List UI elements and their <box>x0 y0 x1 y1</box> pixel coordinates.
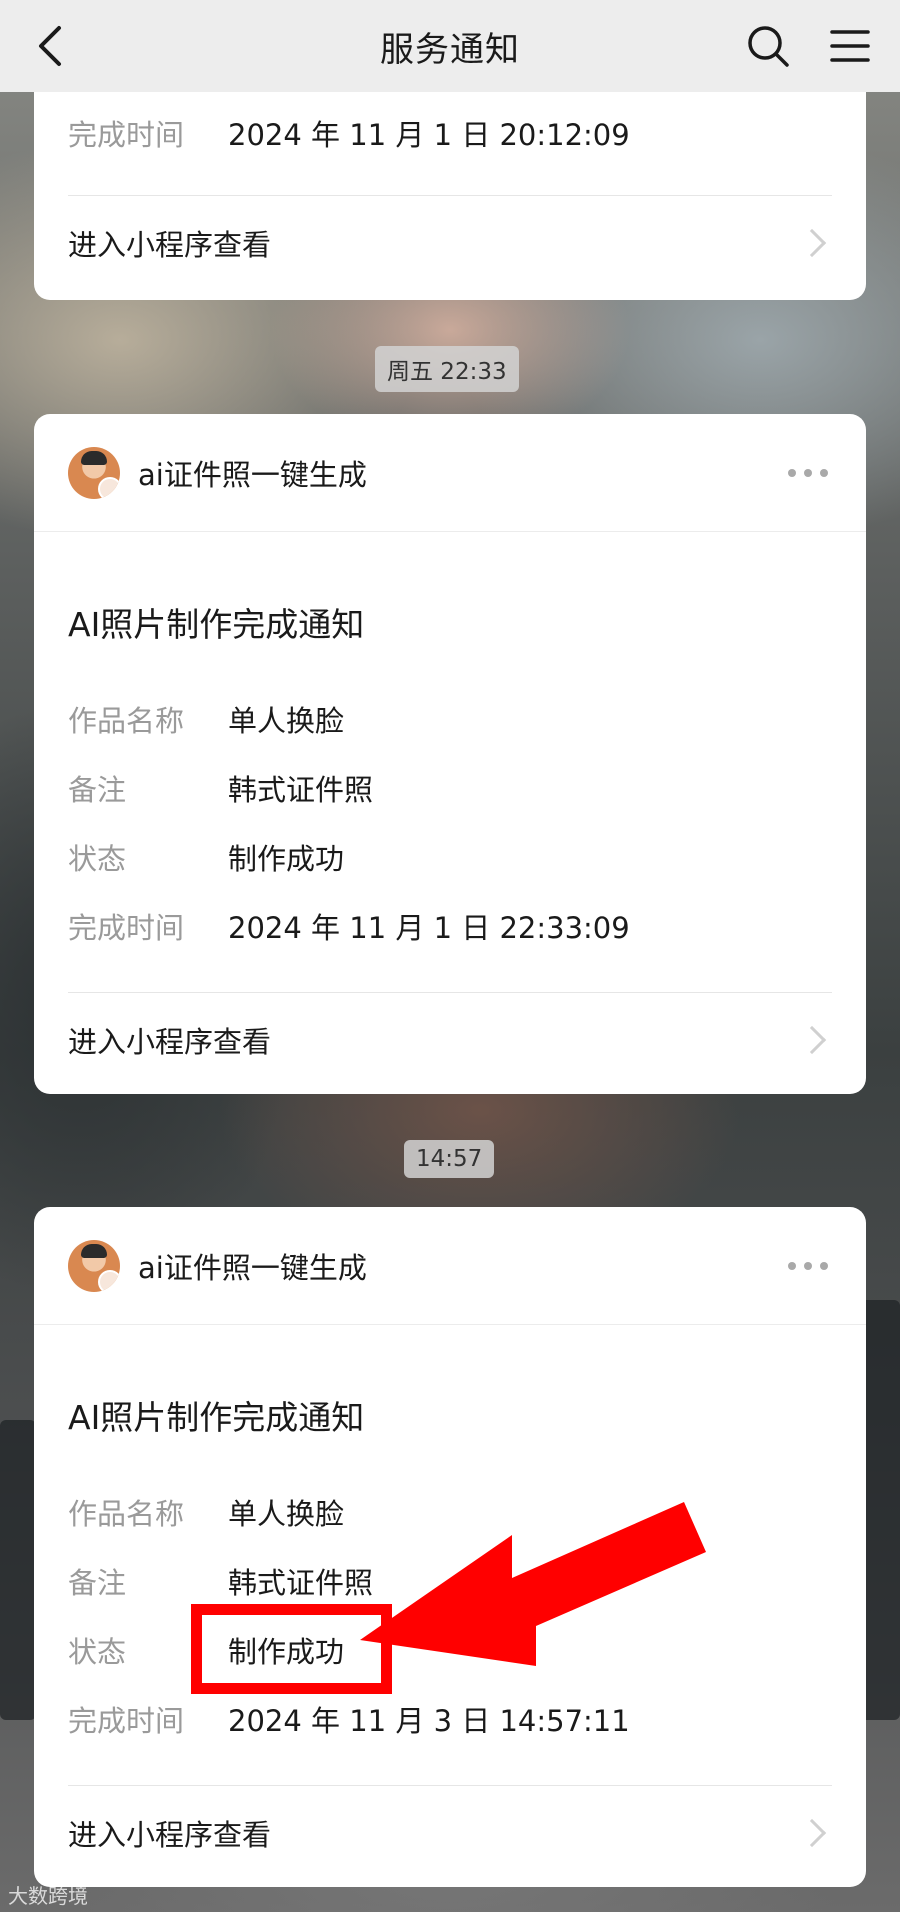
notification-card-partial: 完成时间 2024 年 11 月 1 日 20:12:09 进入小程序查看 <box>34 60 866 300</box>
page-title: 服务通知 <box>380 29 520 70</box>
menu-button[interactable] <box>824 20 876 72</box>
search-icon <box>748 26 789 67</box>
row-value: 单人换脸 <box>228 1496 345 1531</box>
footer-link-label: 进入小程序查看 <box>68 227 272 262</box>
notification-card: ai证件照一键生成 AI照片制作完成通知 作品名称 单人换脸 备注 韩式证件照 … <box>34 414 866 1094</box>
open-miniprogram-link[interactable]: 进入小程序查看 <box>68 1785 832 1879</box>
row-value: 韩式证件照 <box>228 772 374 807</box>
chevron-right-icon <box>797 228 827 257</box>
row-label: 完成时间 <box>68 1703 185 1738</box>
app-name[interactable]: ai证件照一键生成 <box>138 452 784 494</box>
app-name[interactable]: ai证件照一键生成 <box>138 1245 784 1287</box>
detail-row: 完成时间 2024 年 11 月 1 日 20:12:09 <box>68 98 832 167</box>
message-timestamp: 14:57 <box>404 1140 495 1178</box>
detail-row: 状态 制作成功 <box>68 1615 832 1684</box>
row-value: 2024 年 11 月 1 日 20:12:09 <box>228 117 630 152</box>
dot-icon <box>804 1261 812 1270</box>
detail-row: 作品名称 单人换脸 <box>68 1477 832 1546</box>
row-label: 备注 <box>68 772 127 807</box>
app-avatar[interactable] <box>68 1239 120 1292</box>
footer-link-label: 进入小程序查看 <box>68 1024 272 1059</box>
row-label: 作品名称 <box>68 703 185 738</box>
detail-row: 完成时间 2024 年 11 月 1 日 22:33:09 <box>68 891 832 960</box>
row-value: 制作成功 <box>228 1634 345 1669</box>
row-value: 制作成功 <box>228 841 345 876</box>
row-value: 韩式证件照 <box>228 1565 374 1600</box>
row-label: 状态 <box>68 1634 127 1669</box>
card-header: ai证件照一键生成 <box>34 1207 866 1325</box>
footer-link-label: 进入小程序查看 <box>68 1817 272 1852</box>
watermark: 大数跨境 <box>8 1884 88 1908</box>
row-label: 备注 <box>68 1565 127 1600</box>
back-button[interactable] <box>26 22 74 70</box>
detail-row: 备注 韩式证件照 <box>68 1546 832 1615</box>
chevron-right-icon <box>797 1025 827 1054</box>
more-options-button[interactable] <box>784 1252 832 1280</box>
detail-row: 备注 韩式证件照 <box>68 753 832 822</box>
row-label: 作品名称 <box>68 1496 185 1531</box>
detail-row: 作品名称 单人换脸 <box>68 684 832 753</box>
notification-card: ai证件照一键生成 AI照片制作完成通知 作品名称 单人换脸 备注 韩式证件照 … <box>34 1207 866 1887</box>
top-nav-bar: 服务通知 <box>0 0 900 92</box>
row-value: 2024 年 11 月 3 日 14:57:11 <box>228 1703 630 1738</box>
app-avatar[interactable] <box>68 446 120 499</box>
hamburger-menu-icon <box>830 30 870 62</box>
more-options-button[interactable] <box>784 459 832 487</box>
row-label: 完成时间 <box>68 910 185 945</box>
background-shadow <box>0 1420 36 1720</box>
search-button[interactable] <box>742 20 794 72</box>
message-timestamp: 周五 22:33 <box>375 346 519 392</box>
dot-icon <box>804 468 812 477</box>
row-label: 完成时间 <box>68 117 185 152</box>
open-miniprogram-link[interactable]: 进入小程序查看 <box>68 992 832 1086</box>
row-label: 状态 <box>68 841 127 876</box>
row-value: 单人换脸 <box>228 703 345 738</box>
dot-icon <box>788 468 796 477</box>
card-header: ai证件照一键生成 <box>34 414 866 532</box>
background-shadow <box>860 1300 900 1720</box>
notice-title: AI照片制作完成通知 <box>68 1398 365 1437</box>
detail-row: 状态 制作成功 <box>68 822 832 891</box>
dot-icon <box>788 1261 796 1270</box>
dot-icon <box>820 468 828 477</box>
open-miniprogram-link[interactable]: 进入小程序查看 <box>68 195 832 289</box>
row-value: 2024 年 11 月 1 日 22:33:09 <box>228 910 630 945</box>
dot-icon <box>820 1261 828 1270</box>
detail-row: 完成时间 2024 年 11 月 3 日 14:57:11 <box>68 1684 832 1753</box>
chevron-right-icon <box>797 1818 827 1847</box>
chevron-left-icon <box>39 26 61 66</box>
notice-title: AI照片制作完成通知 <box>68 605 365 644</box>
